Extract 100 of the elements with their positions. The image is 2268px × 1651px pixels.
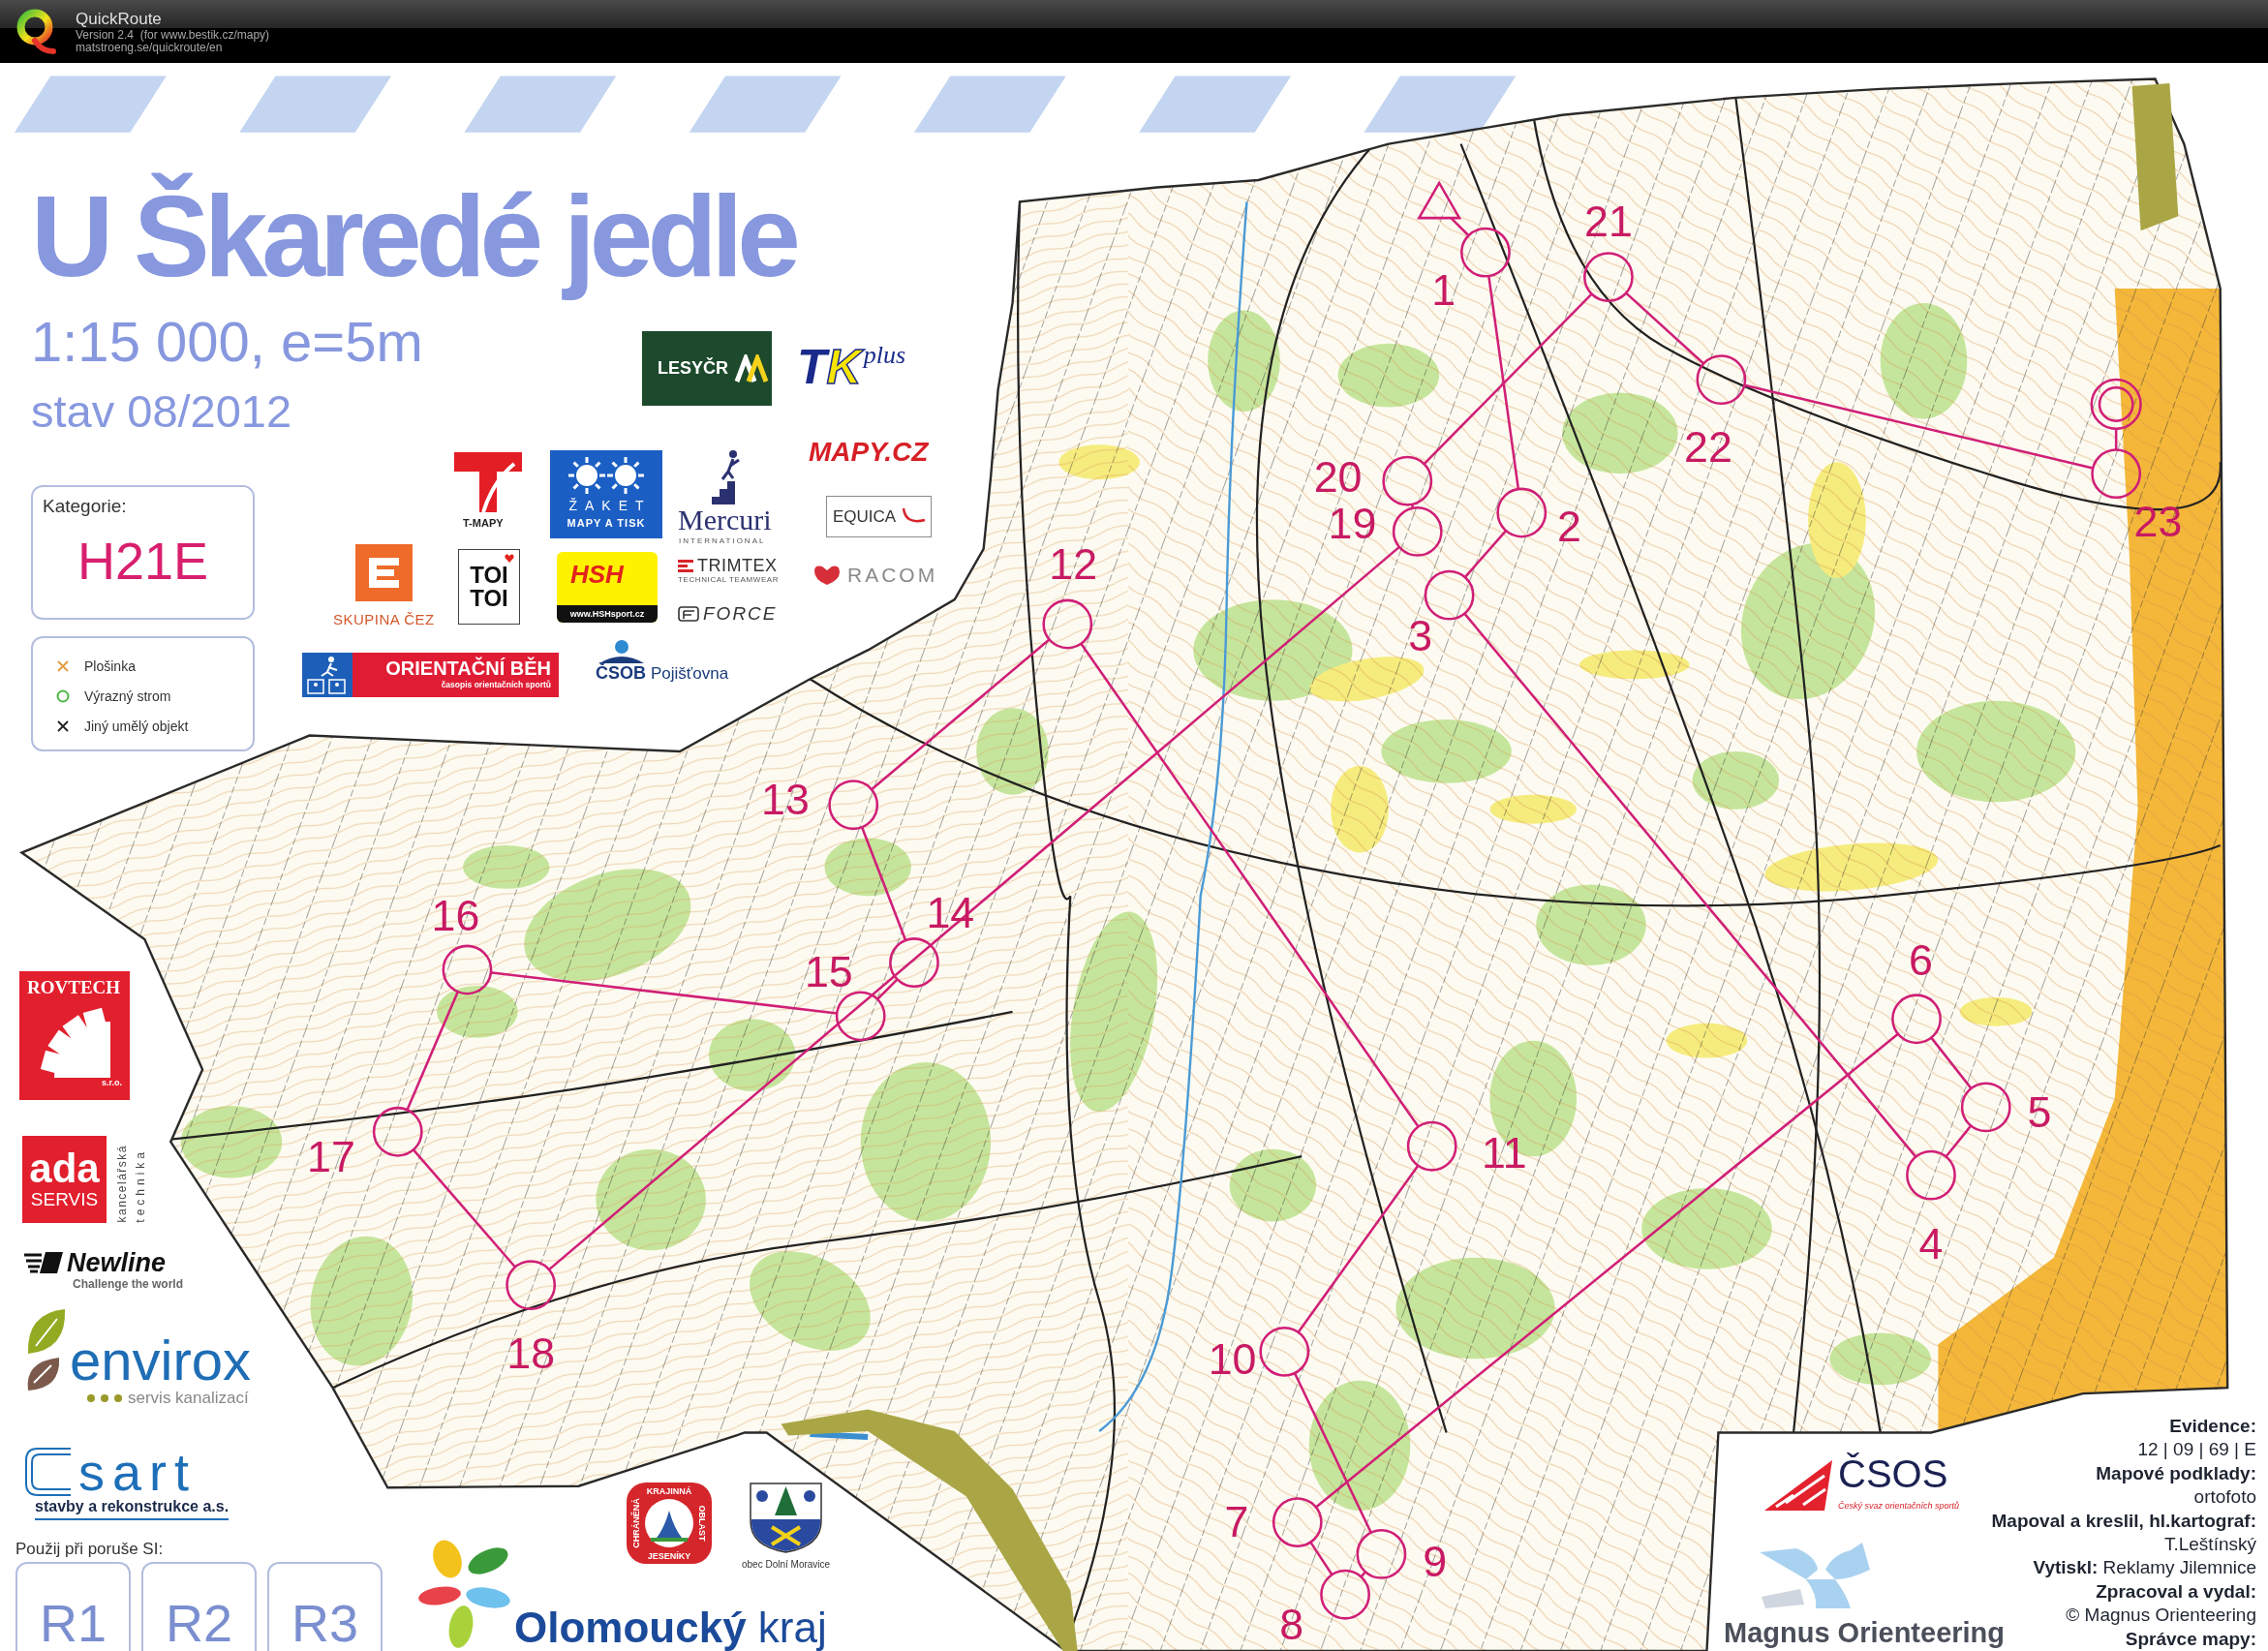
letter-t-shape-icon <box>454 452 522 512</box>
ring-logo-icon <box>16 8 57 55</box>
heart-icon <box>505 554 514 563</box>
boxed-f-icon <box>678 606 699 622</box>
course-leg <box>1309 1541 1333 1575</box>
course-leg <box>1410 504 1415 509</box>
logo-name: Mercuri <box>678 504 772 536</box>
logo-name: FORCE <box>703 603 778 625</box>
logo-tagline: INTERNATIONAL <box>679 536 766 546</box>
logo-name: EQUICA <box>833 506 897 527</box>
control-number: 9 <box>1423 1537 1448 1586</box>
logo-name: SERVIS <box>30 1189 99 1210</box>
credit-text: ortofoto <box>2193 1485 2256 1510</box>
control-number: 10 <box>1208 1334 1257 1384</box>
control-number: 4 <box>1918 1218 1944 1268</box>
logo-name: ŽAKET <box>567 498 652 513</box>
logo-tagline: Český svaz orientačních sportů <box>1838 1501 1960 1511</box>
logo-name: SKUPINA ČEZ <box>333 611 435 627</box>
control-number: 15 <box>804 947 853 995</box>
control-number: 18 <box>506 1329 556 1378</box>
dots-icon <box>87 1394 122 1402</box>
control-circle <box>889 937 939 988</box>
category-label: Kategorie: <box>43 496 127 515</box>
logo-name: sart <box>78 1446 198 1498</box>
credit-heading: Evidence: <box>2169 1414 2256 1438</box>
si-backup-label: Použij při poruše SI: <box>15 1539 164 1560</box>
striped-wedge-icon <box>1764 1460 1832 1511</box>
course-leg <box>1450 217 1470 237</box>
bracket-icon <box>24 1447 73 1497</box>
course-leg <box>1463 530 1507 578</box>
control-number: 3 <box>1408 611 1433 660</box>
app-title: QuickRoute <box>76 9 162 29</box>
logo-name: envirox <box>70 1332 251 1389</box>
logo-name: Magnus Orienteering <box>1724 1616 2006 1649</box>
badge-text: CHRÁNĚNÁ <box>631 1498 641 1548</box>
category-value: H21E <box>77 534 209 587</box>
credit-heading: Správce mapy: <box>2125 1627 2256 1651</box>
control-number: 17 <box>307 1132 355 1181</box>
control-circle <box>1960 1082 2011 1133</box>
backup-code-card: R1 <box>15 1562 131 1651</box>
logo-name: Newline <box>67 1248 167 1277</box>
control-circle <box>1259 1326 1310 1377</box>
logo-name: ROVTECH <box>27 977 121 998</box>
control-circle <box>506 1260 557 1311</box>
control-circle <box>1320 1569 1370 1620</box>
control-number: 13 <box>761 775 810 824</box>
credit-text: T.Leštínský <box>2163 1532 2256 1556</box>
logo-tagline: stavby a rekonstrukce a.s. <box>35 1498 230 1520</box>
badge-text: JESENÍKY <box>647 1551 691 1561</box>
map-title: U Škaredé jedle <box>31 171 795 302</box>
logo-tagline: technika <box>135 1148 147 1223</box>
logo-name: LESYČR <box>658 358 728 379</box>
control-number: 21 <box>1584 196 1633 245</box>
logo-tagline: kancelářská <box>116 1145 129 1223</box>
control-number: 5 <box>2027 1086 2052 1136</box>
logo-name: TOI <box>470 564 508 587</box>
legend-label: Jiný umělý objekt <box>84 718 189 734</box>
control-circle <box>1392 506 1443 557</box>
map-scale: 1:15 000, e=5m <box>31 308 423 375</box>
bars-icon <box>678 559 693 572</box>
course-leg <box>1930 1036 1973 1089</box>
control-number: 16 <box>431 890 480 939</box>
backup-code-card: R3 <box>267 1562 383 1651</box>
control-circle <box>1382 455 1433 506</box>
logo-name: ada <box>29 1148 100 1189</box>
logo-tagline: servis kanalizací <box>128 1389 249 1408</box>
control-number: 14 <box>926 887 975 936</box>
course-leg <box>1360 1571 1366 1578</box>
legend-label: Výrazný strom <box>84 688 171 704</box>
logo-tagline: TECHNICAL TEAMWEAR <box>678 575 780 585</box>
map-revision: stav 08/2012 <box>31 384 292 440</box>
logo-name: ČSOS <box>1838 1452 1948 1496</box>
climbing-figure-icon <box>712 448 741 504</box>
credit-text: 12 | 09 | 69 | E <box>2137 1438 2256 1462</box>
logo-tagline: Pojišťovna <box>651 664 729 684</box>
logo-name: TRIMTEX <box>697 556 778 575</box>
control-circle <box>835 991 886 1042</box>
website-text: matstroeng.se/quickroute/en <box>76 41 223 54</box>
logo-name: TOI <box>470 587 508 610</box>
control-circle <box>1696 354 1747 405</box>
logo-tagline: časopis orientačních sportů <box>441 680 551 690</box>
logo-name: HSH <box>570 560 624 589</box>
logo-name: ORIENTAČNÍ BĚH <box>385 657 551 680</box>
control-circle <box>1583 252 1634 302</box>
flower-icon <box>418 1538 511 1649</box>
backup-code-card: R2 <box>141 1562 257 1651</box>
square-e-icon <box>355 544 413 601</box>
control-circle <box>1496 487 1548 538</box>
course-leg <box>2114 428 2118 450</box>
logo-url: www.HSHsport.cz <box>557 605 658 623</box>
control-circle <box>442 944 493 995</box>
course-leg <box>1945 1124 1973 1158</box>
control-number: 8 <box>1279 1599 1304 1648</box>
finish-double-circle <box>2090 378 2142 431</box>
control-circle <box>1424 569 1475 621</box>
logo-name: MAPY.CZ <box>809 437 929 468</box>
heart-shape-icon <box>812 565 842 586</box>
version-text: Version 2.4 (for www.bestik.cz/mapy) <box>76 28 270 42</box>
logo-tagline: MAPY A TISK <box>567 516 646 530</box>
control-number: 6 <box>1909 935 1933 985</box>
